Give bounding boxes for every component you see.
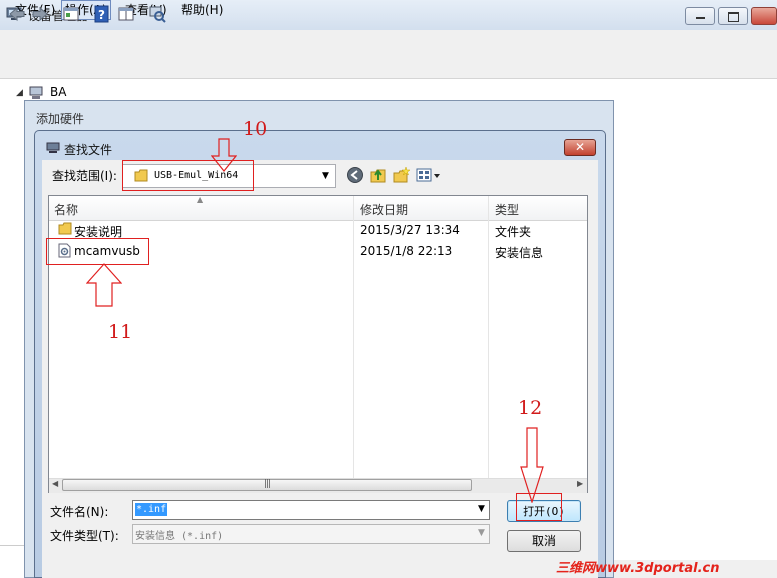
column-divider (488, 196, 489, 479)
annotation-step-12: 12 (518, 397, 543, 419)
column-header-name[interactable]: 名称 (54, 201, 78, 218)
file-date: 2015/1/8 22:13 (360, 244, 453, 258)
column-divider (353, 196, 354, 479)
file-name-value[interactable]: *.inf (135, 503, 168, 516)
file-type: 安装信息 (495, 246, 544, 260)
view-menu-icon[interactable] (416, 166, 442, 184)
folder-icon (58, 222, 72, 235)
svg-text:?: ? (98, 8, 105, 22)
file-name-label: 文件名(N): (50, 505, 109, 519)
file-date: 2015/3/27 13:34 (360, 223, 460, 237)
annotation-arrow-up-icon (86, 263, 122, 307)
dialog-computer-icon (46, 142, 60, 153)
annotation-arrow-down-long-icon (520, 427, 544, 503)
back-arrow-icon[interactable] (8, 5, 26, 23)
column-header-type[interactable]: 类型 (495, 201, 519, 218)
watermark: 三维网www.3dportal.cn (556, 561, 720, 576)
dialog-title: 查找文件 (64, 143, 113, 157)
help-icon[interactable]: ? (93, 5, 111, 23)
maximize-button[interactable] (718, 7, 748, 25)
chevron-down-icon[interactable]: ▼ (478, 528, 485, 538)
minimize-button[interactable] (685, 7, 715, 25)
forward-arrow-icon[interactable] (31, 5, 49, 23)
cancel-button[interactable]: 取消 (507, 530, 581, 552)
scrollbar-grip: ||| (264, 479, 271, 489)
annotation-arrow-down-icon (211, 138, 237, 172)
annotation-box-inf-file (46, 238, 149, 265)
scroll-right-icon[interactable]: ▶ (577, 479, 583, 488)
new-folder-icon[interactable] (392, 166, 410, 184)
file-type-value: 安装信息 (*.inf) (135, 531, 224, 542)
file-type-label: 文件类型(T): (50, 529, 119, 543)
properties-view-icon[interactable] (62, 5, 80, 23)
chevron-down-icon[interactable]: ▼ (322, 171, 329, 181)
dialog-close-button[interactable]: ✕ (564, 139, 596, 156)
annotation-step-11: 11 (108, 321, 133, 343)
window-close-button[interactable] (751, 7, 777, 25)
wizard-title: 添加硬件 (36, 112, 85, 126)
sort-ascending-icon: ▲ (197, 195, 204, 204)
chevron-down-icon[interactable]: ▼ (478, 504, 485, 514)
annotation-step-10: 10 (243, 118, 268, 140)
look-in-label: 查找范围(I): (52, 169, 117, 183)
scan-hardware-icon[interactable] (148, 5, 166, 23)
scroll-left-icon[interactable]: ◀ (52, 479, 58, 488)
back-circle-icon[interactable] (346, 166, 364, 184)
file-name-input[interactable] (132, 500, 490, 520)
up-folder-icon[interactable] (369, 166, 387, 184)
tree-expand-icon[interactable]: ◢ (16, 88, 23, 98)
menu-bar (0, 30, 777, 50)
menu-help[interactable]: 帮助(H) (178, 2, 226, 18)
panel-view-icon[interactable] (117, 5, 135, 23)
computer-icon (29, 86, 43, 99)
tree-root-label[interactable]: BA (50, 85, 66, 99)
column-header-date[interactable]: 修改日期 (360, 201, 408, 218)
file-type: 文件夹 (495, 225, 532, 239)
divider (0, 545, 24, 546)
toolbar (0, 50, 777, 79)
